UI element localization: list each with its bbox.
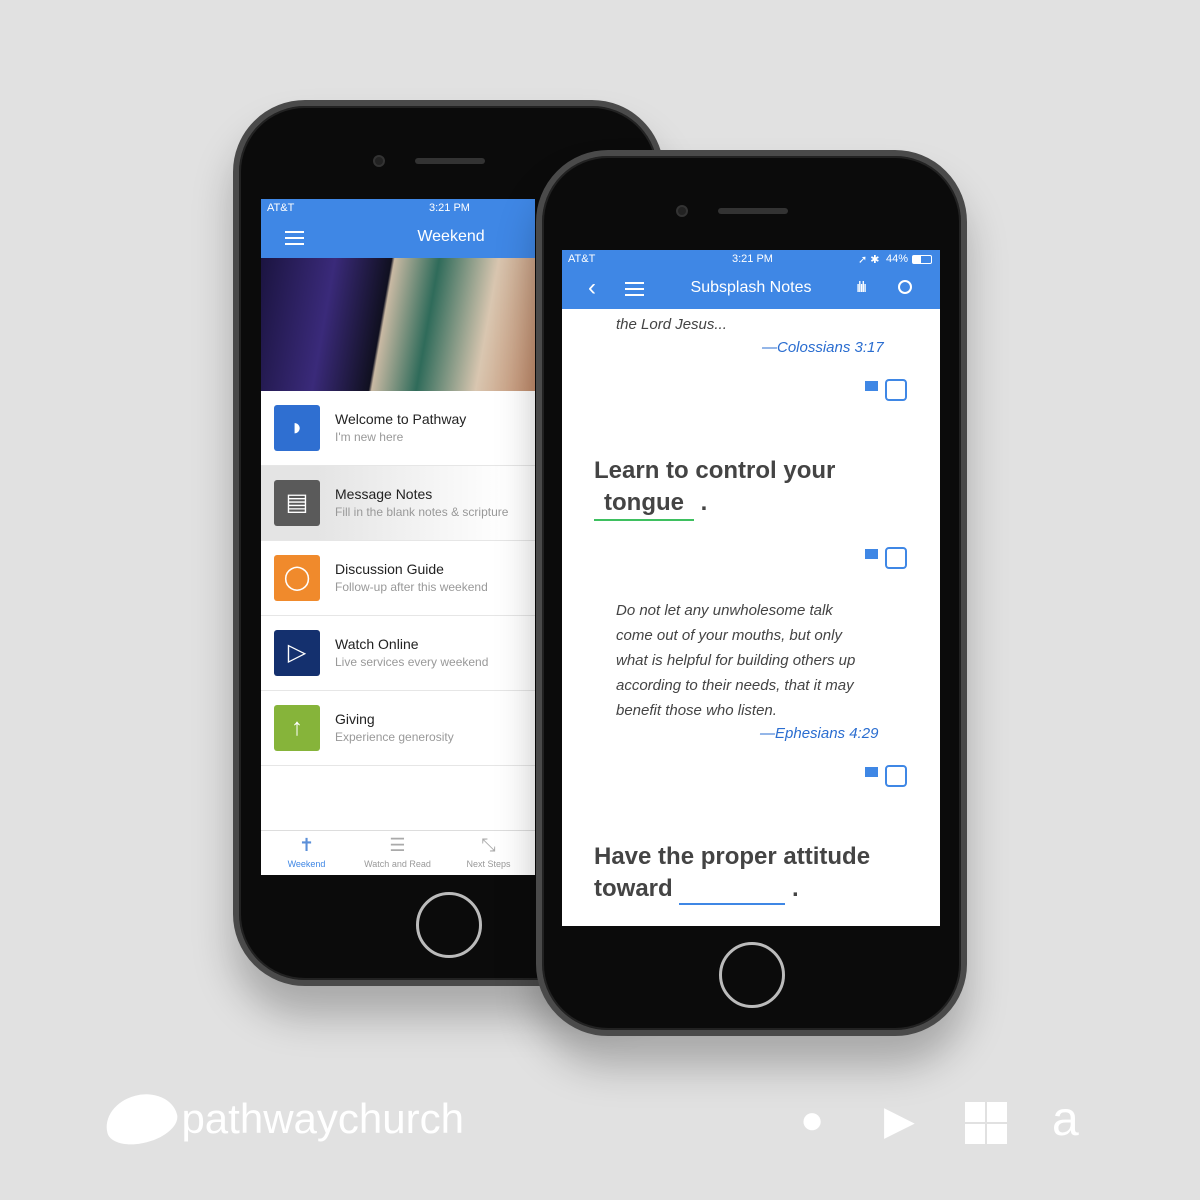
comment-icon[interactable] (865, 767, 878, 777)
arrows-icon: ⤡ (481, 835, 496, 855)
tab-label: Next Steps (466, 859, 511, 869)
chat-icon: ☰ (389, 835, 406, 855)
menu-icon[interactable] (285, 231, 304, 245)
list-item[interactable]: ▷ Watch Online Live services every weekend (261, 616, 535, 691)
camera (373, 155, 385, 167)
punctuation: . (700, 489, 708, 516)
item-title: Giving (335, 711, 375, 727)
item-subtitle: Follow-up after this weekend (335, 580, 488, 594)
comment-icon[interactable] (865, 381, 878, 391)
home-button[interactable] (719, 942, 785, 1008)
tab-bar: ✝ Weekend ☰ Watch and Read ⤡ Next Steps (261, 830, 535, 875)
brand-name: pathwaychurch (181, 1095, 464, 1142)
windows-icon[interactable] (965, 1102, 1007, 1144)
page-title: Weekend (417, 228, 485, 245)
punctuation: . (792, 875, 799, 902)
scripture-reference[interactable]: —Ephesians 4:29 (760, 725, 878, 742)
google-play-icon[interactable]: ▶ (884, 1098, 915, 1144)
arrow-up-icon: ↑ (274, 705, 320, 751)
tab-label: Watch and Read (364, 859, 431, 869)
notes-icon: ▤ (274, 480, 320, 526)
time: 3:21 PM (732, 253, 773, 265)
nav-bar: ‹ Subsplash Notes ılılı (562, 268, 940, 309)
nav-bar: Weekend (261, 217, 535, 258)
search-icon[interactable] (898, 280, 912, 294)
location-bluetooth-icon: ➚ ✱ (858, 254, 880, 266)
checkbox[interactable] (885, 765, 907, 787)
tab-weekend[interactable]: ✝ Weekend (261, 831, 352, 869)
note-actions (865, 547, 909, 569)
item-title: Message Notes (335, 486, 433, 502)
speaker (718, 208, 788, 214)
note-point: Have the proper attitude toward . (594, 841, 870, 905)
tab-next-steps[interactable]: ⤡ Next Steps (443, 831, 534, 869)
scripture-text: Do not let any unwholesome talk come out… (616, 598, 855, 723)
list-item[interactable]: ◗ Welcome to Pathway I'm new here (261, 391, 535, 466)
apple-icon[interactable]: ● (800, 1098, 824, 1143)
filled-blank[interactable]: tongue (594, 487, 694, 521)
list-item[interactable]: ↑ Giving Experience generosity (261, 691, 535, 766)
scripture-reference[interactable]: —Colossians 3:17 (762, 339, 884, 356)
list-item[interactable]: ◯ Discussion Guide Follow-up after this we… (261, 541, 535, 616)
point-text: Learn to control your (594, 457, 836, 484)
list-item[interactable]: ▤ Message Notes Fill in the blank notes & … (261, 466, 535, 541)
carrier: AT&T (568, 253, 596, 265)
amazon-icon[interactable]: a (1052, 1092, 1079, 1147)
pathway-logo-icon (100, 1086, 182, 1152)
blank-input[interactable] (679, 877, 786, 905)
item-title: Watch Online (335, 636, 419, 652)
point-text: Have the proper attitude (594, 843, 871, 870)
note-actions (865, 379, 909, 401)
item-subtitle: Live services every weekend (335, 655, 489, 669)
home-button[interactable] (416, 892, 482, 958)
line: Do not let any unwholesome talk (616, 602, 833, 619)
time: 3:21 PM (429, 202, 470, 214)
audio-bars-icon[interactable]: ılılı (856, 279, 867, 296)
note-point: Learn to control your tongue . (594, 455, 835, 521)
status-bar: AT&T 3:21 PM ➚ ✱ 44% (562, 250, 940, 268)
checkbox[interactable] (885, 379, 907, 401)
phone-notes: AT&T 3:21 PM ➚ ✱ 44% ‹ Subsplash Notes ı… (536, 150, 967, 1036)
line: come out of your mouths, but only (616, 627, 842, 644)
comment-icon[interactable] (865, 549, 878, 559)
checkbox[interactable] (885, 547, 907, 569)
item-title: Discussion Guide (335, 561, 444, 577)
brand-logo: pathwaychurch (100, 1086, 464, 1152)
status-bar: AT&T 3:21 PM (261, 199, 535, 217)
line: what is helpful for building others up (616, 652, 856, 669)
scripture-text: the Lord Jesus... (616, 316, 727, 333)
tab-watch-and-read[interactable]: ☰ Watch and Read (352, 831, 443, 869)
weekend-screen: AT&T 3:21 PM Weekend ◗ Welcome to Pathway… (261, 199, 535, 875)
line: according to their needs, that it may (616, 677, 854, 694)
tab-label: Weekend (287, 859, 326, 869)
page-title: Subsplash Notes (690, 279, 812, 296)
note-actions (865, 765, 909, 787)
camera (676, 205, 688, 217)
item-title: Welcome to Pathway (335, 411, 467, 427)
item-subtitle: I'm new here (335, 430, 404, 444)
line: benefit those who listen. (616, 702, 777, 719)
hero-image (261, 258, 535, 391)
item-subtitle: Experience generosity (335, 730, 454, 744)
point-text: toward (594, 875, 673, 902)
battery-icon (912, 255, 932, 264)
carrier: AT&T (267, 202, 295, 214)
speaker (415, 158, 485, 164)
play-icon: ▷ (274, 630, 320, 676)
chat-bubble-icon: ◯ (274, 555, 320, 601)
pathway-logo-icon: ◗ (274, 405, 320, 451)
item-subtitle: Fill in the blank notes & scripture (335, 505, 509, 519)
bible-icon: ✝ (298, 835, 315, 855)
notes-screen: AT&T 3:21 PM ➚ ✱ 44% ‹ Subsplash Notes ı… (562, 250, 940, 926)
battery-level: 44% (886, 253, 909, 265)
